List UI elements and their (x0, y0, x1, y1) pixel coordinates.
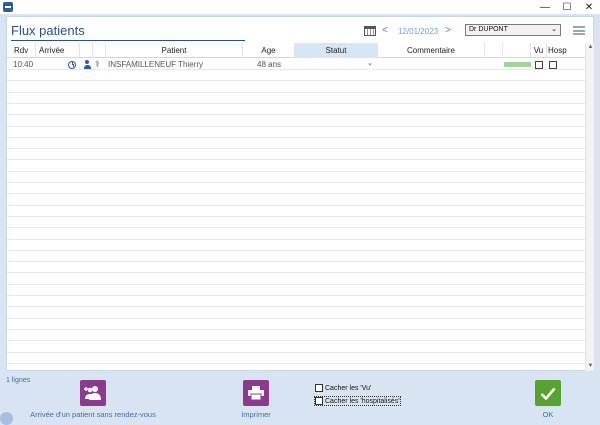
empty-row (7, 138, 585, 150)
doctor-select-value: Dr DUPONT (469, 26, 508, 33)
empty-row (7, 116, 585, 127)
column-header-vu[interactable]: Vu (531, 43, 547, 58)
column-header-statut[interactable]: Statut (295, 43, 378, 58)
row-rdv-time: 10:40 (13, 60, 34, 69)
clock-icon[interactable] (68, 60, 76, 69)
person-icon[interactable] (83, 60, 91, 69)
calendar-icon[interactable] (364, 26, 376, 36)
empty-row (7, 206, 585, 217)
scroll-down-icon[interactable]: ▼ (586, 362, 595, 371)
ok-tile[interactable] (535, 380, 561, 406)
column-header-arrivee[interactable]: Arrivée (36, 43, 80, 58)
empty-row (7, 308, 585, 319)
column-header-rdv[interactable]: Rdv (7, 43, 36, 58)
empty-row (7, 342, 585, 353)
empty-row (7, 364, 585, 370)
empty-row (7, 82, 585, 93)
minimize-button[interactable]: — (534, 0, 556, 14)
table-row[interactable]: 10:40 ⚕ INSFAMILLENEUF Thierry 48 ans ⌄ (7, 59, 585, 70)
empty-row (7, 149, 585, 161)
empty-row (7, 285, 585, 296)
empty-row (7, 195, 585, 206)
hamburger-menu-icon[interactable] (573, 26, 585, 35)
ok-label: OK (542, 410, 554, 419)
empty-row (7, 296, 585, 308)
column-header-hosp[interactable]: Hosp (547, 43, 573, 58)
vu-checkbox[interactable] (535, 60, 543, 69)
walkin-patient-button[interactable]: Arrivée d'un patient sans rendez-vous (24, 380, 162, 419)
empty-row (7, 104, 585, 116)
column-header-blank-1 (80, 43, 93, 58)
vertical-scrollbar[interactable]: ▲ ▼ (585, 43, 594, 371)
add-users-icon (84, 386, 101, 400)
empty-row (7, 274, 585, 285)
checkmark-icon (540, 387, 556, 400)
column-header-patient[interactable]: Patient (106, 43, 243, 58)
previous-day-button[interactable]: < (382, 25, 388, 36)
empty-row (7, 229, 585, 240)
scroll-up-icon[interactable]: ▲ (586, 43, 595, 52)
row-patient-name[interactable]: INSFAMILLENEUF Thierry (108, 59, 203, 70)
empty-row (7, 93, 585, 104)
page-title: Flux patients (11, 23, 85, 38)
hide-hospitalized-label: Cacher les 'hospitalisés' (325, 397, 400, 405)
hide-seen-checkbox[interactable] (315, 384, 323, 392)
empty-row (7, 319, 585, 330)
empty-row (7, 330, 585, 342)
current-date: 12/01/2023 (398, 27, 439, 36)
maximize-button[interactable]: ☐ (556, 0, 578, 14)
close-button[interactable]: ✕ (578, 0, 600, 14)
column-header-blank-3 (485, 43, 503, 58)
chevron-down-icon: ⌄ (551, 26, 557, 33)
add-patient-tile[interactable] (80, 380, 106, 406)
column-header-age[interactable]: Age (243, 43, 295, 58)
row-patient-age: 48 ans (257, 60, 282, 69)
window-titlebar: — ☐ ✕ (0, 0, 600, 14)
empty-row (7, 127, 585, 138)
status-color-bar (504, 62, 531, 67)
title-underline (11, 40, 245, 41)
walkin-patient-label: Arrivée d'un patient sans rendez-vous (30, 410, 156, 419)
print-button[interactable]: Imprimer (226, 380, 286, 419)
empty-row (7, 353, 585, 364)
chevron-down-icon[interactable]: ⌄ (367, 59, 373, 67)
empty-row (7, 251, 585, 263)
hide-hospitalized-checkbox[interactable] (315, 397, 323, 405)
hosp-checkbox[interactable] (549, 60, 557, 69)
patient-grid: Rdv Arrivée Patient Age Statut Commentai… (7, 43, 585, 370)
doctor-select[interactable]: Dr DUPONT ⌄ (465, 24, 561, 36)
app-icon (3, 2, 13, 12)
empty-row (7, 172, 585, 183)
next-day-button[interactable]: > (445, 25, 451, 36)
empty-row (7, 262, 585, 274)
empty-row (7, 161, 585, 172)
hide-hospitalized-option[interactable]: Cacher les 'hospitalisés' (314, 396, 401, 406)
column-header-status-color (503, 43, 531, 58)
hide-seen-option[interactable]: Cacher les 'Vu' (315, 384, 371, 392)
patient-flow-panel: Flux patients < 12/01/2023 > Dr DUPONT ⌄… (6, 16, 594, 371)
print-tile[interactable] (243, 380, 269, 406)
corner-watermark-icon (0, 412, 13, 425)
empty-row (7, 240, 585, 251)
empty-row (7, 183, 585, 195)
stethoscope-icon[interactable]: ⚕ (95, 59, 100, 70)
hide-seen-label: Cacher les 'Vu' (325, 384, 372, 392)
printer-icon (248, 386, 264, 400)
empty-row (7, 217, 585, 229)
column-header-blank-2 (93, 43, 106, 58)
column-header-commentaire[interactable]: Commentaire (378, 43, 485, 58)
grid-header: Rdv Arrivée Patient Age Statut Commentai… (7, 43, 585, 58)
empty-row (7, 70, 585, 82)
print-label: Imprimer (241, 410, 271, 419)
ok-button[interactable]: OK (520, 380, 576, 419)
